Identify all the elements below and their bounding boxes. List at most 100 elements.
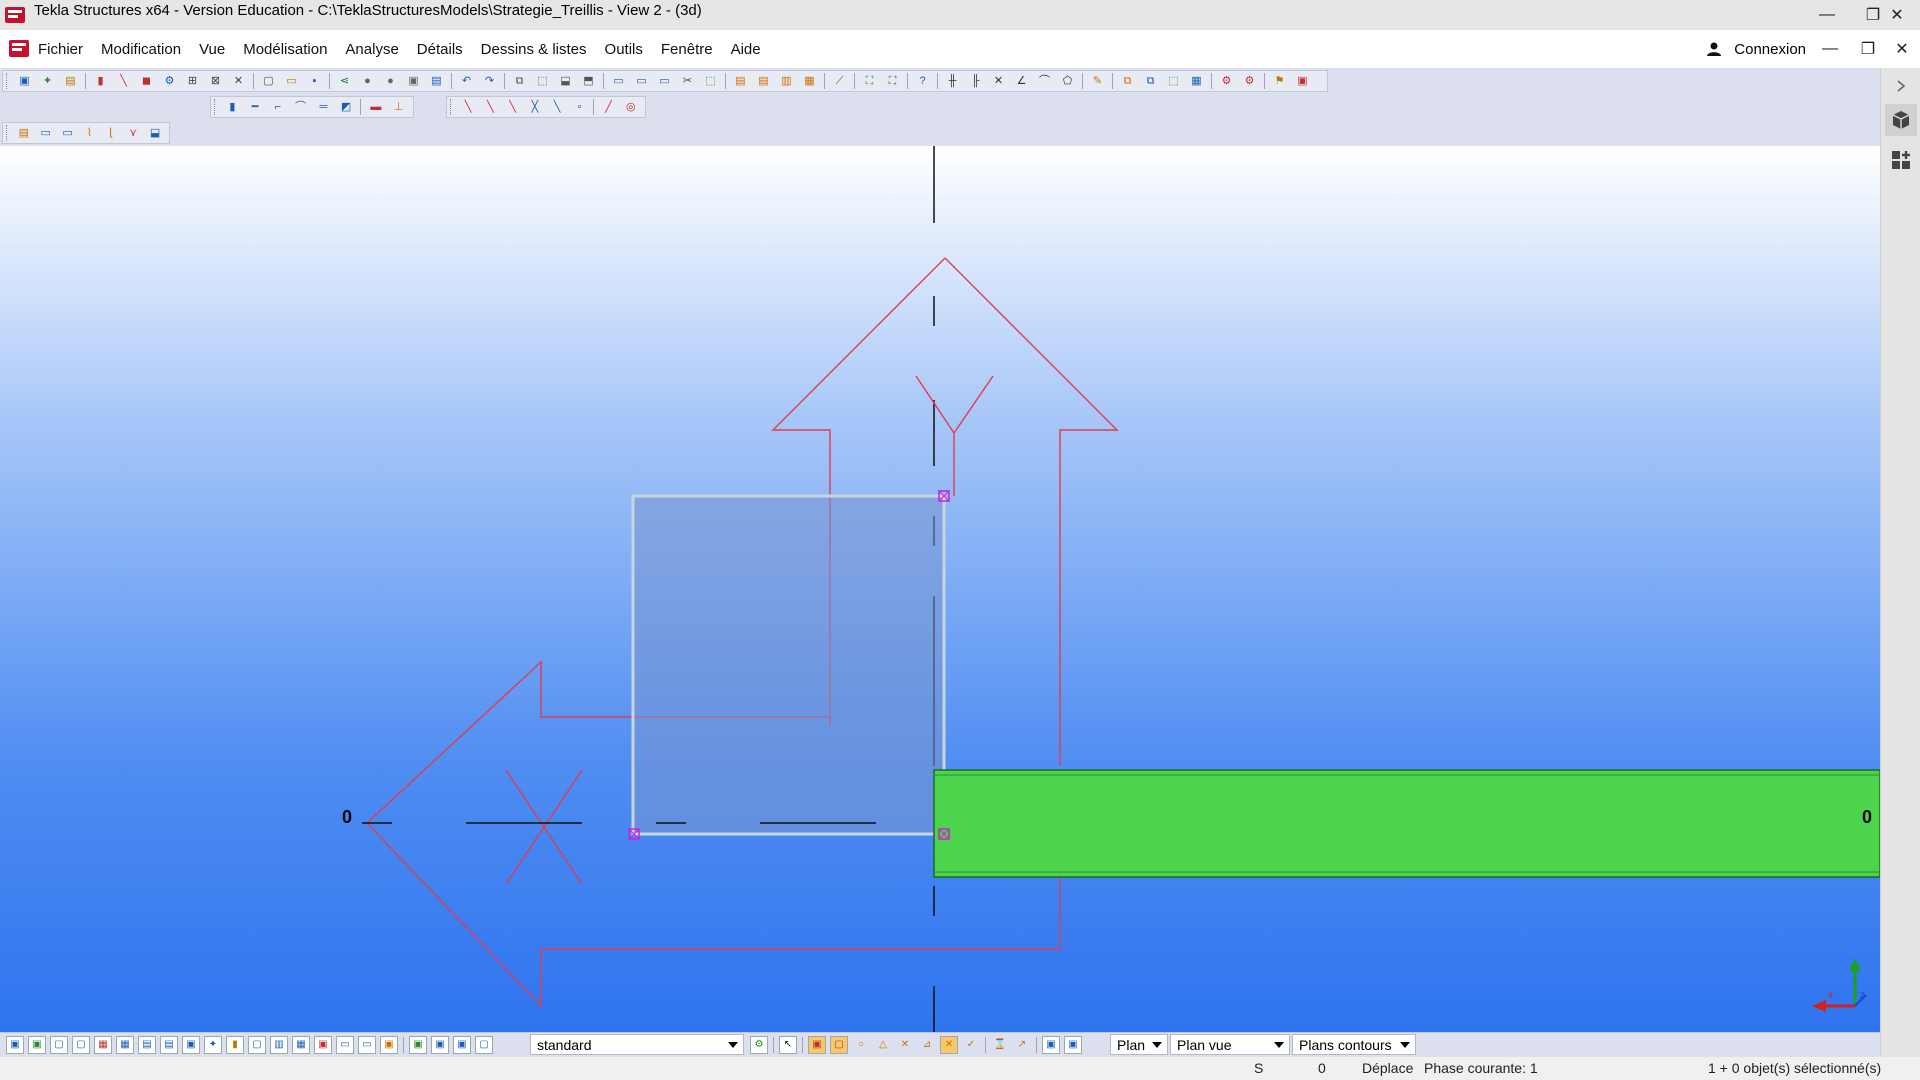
measure-icon[interactable]: ⟋ <box>830 72 849 90</box>
pointer-icon[interactable]: ↖ <box>779 1035 797 1054</box>
select-reinforcing-icon[interactable]: ▥ <box>270 1035 288 1054</box>
select-plane-icon[interactable]: ▣ <box>314 1035 332 1054</box>
snap-free-icon[interactable]: ↗ <box>1013 1036 1031 1054</box>
report-icon[interactable]: ▥ <box>777 72 796 90</box>
macro-icon[interactable]: ⚑ <box>1270 72 1289 90</box>
select-surface-icon[interactable]: ▢ <box>50 1035 68 1054</box>
select-all-icon[interactable]: ▣ <box>6 1035 24 1054</box>
template-icon[interactable]: ▦ <box>800 72 819 90</box>
arc-icon[interactable]: ⌒ <box>1035 72 1054 90</box>
share-icon[interactable]: ⋖ <box>335 72 354 90</box>
menu-dessins-listes[interactable]: Dessins & listes <box>481 41 587 58</box>
select-objects-in-assembly-icon[interactable]: ▣ <box>431 1035 449 1054</box>
beam-icon[interactable]: ╲ <box>114 72 133 90</box>
table-icon[interactable]: ▦ <box>1187 72 1206 90</box>
snap-perpendicular-icon[interactable]: ⊿ <box>918 1036 936 1054</box>
grid-line-icon[interactable]: ╟ <box>966 72 985 90</box>
snap-reference-icon[interactable]: ▣ <box>808 1035 826 1054</box>
new-icon[interactable]: ▢ <box>259 72 278 90</box>
snap-nearest-icon[interactable]: ▫ <box>570 98 588 116</box>
options-icon[interactable]: ⚙ <box>1240 72 1259 90</box>
polygon-cut-icon[interactable]: ⬓ <box>146 124 164 142</box>
rotate-icon[interactable]: ⬒ <box>579 72 598 90</box>
select-cuts-icon[interactable]: ▤ <box>160 1035 178 1054</box>
connexion-button[interactable]: Connexion <box>1706 30 1806 68</box>
select-assemblies-icon[interactable]: ▣ <box>409 1035 427 1054</box>
snap-midpoints-icon[interactable]: △ <box>874 1036 892 1054</box>
snap-nearest-point-icon[interactable]: ⌛ <box>991 1036 1009 1054</box>
bolt-group-icon[interactable]: ▬ <box>366 98 385 116</box>
steel-column-icon[interactable]: ▮ <box>223 98 242 116</box>
menu-modification[interactable]: Modification <box>101 41 181 58</box>
edit-icon[interactable]: ▤ <box>15 124 33 142</box>
catalog-icon[interactable]: ▤ <box>61 72 80 90</box>
snap-intersection-icon[interactable]: ╳ <box>526 98 544 116</box>
snap-center-icon[interactable]: ◎ <box>622 98 640 116</box>
select-loads-icon[interactable]: ✦ <box>204 1035 222 1054</box>
snap-center-point-icon[interactable]: ○ <box>852 1036 870 1054</box>
polygon-icon[interactable]: ⬠ <box>1058 72 1077 90</box>
select-single-bolts-icon[interactable]: ▢ <box>248 1035 266 1054</box>
save-icon[interactable]: ▪ <box>305 72 324 90</box>
select-grids-icon[interactable]: ▦ <box>94 1035 112 1054</box>
view-list-icon[interactable]: ▭ <box>632 72 651 90</box>
fitting-icon[interactable]: ⌇ <box>80 124 98 142</box>
toolbar-grip[interactable] <box>6 125 10 141</box>
steel-beam-icon[interactable]: ━ <box>246 98 265 116</box>
redo-icon[interactable]: ↷ <box>480 72 499 90</box>
cube-icon[interactable] <box>1885 104 1917 136</box>
twin-profile-icon[interactable]: ═ <box>314 98 333 116</box>
export-icon[interactable]: ▤ <box>427 72 446 90</box>
menu-fichier[interactable]: Fichier <box>38 41 83 58</box>
filter-settings-icon[interactable]: ⚙ <box>750 1035 768 1054</box>
select-reference-icon[interactable]: ▭ <box>358 1035 376 1054</box>
toolbar-grip[interactable] <box>450 99 454 115</box>
column-icon[interactable]: ▮ <box>91 72 110 90</box>
copy-icon[interactable]: ⧉ <box>510 72 529 90</box>
menu-aide[interactable]: Aide <box>731 41 761 58</box>
snap-line-icon[interactable]: ╲ <box>459 98 477 116</box>
applications-icon[interactable] <box>1885 144 1917 176</box>
split-icon[interactable]: ▭ <box>37 124 55 142</box>
cut-icon[interactable]: ✕ <box>229 72 248 90</box>
close-button[interactable]: ✕ <box>1874 0 1920 30</box>
phase-icon[interactable]: ⬚ <box>1164 72 1183 90</box>
line-cut-icon[interactable]: ⋎ <box>124 124 142 142</box>
lock-icon[interactable]: ● <box>358 72 377 90</box>
grid-icon[interactable]: ╫ <box>943 72 962 90</box>
print-icon[interactable]: ▣ <box>404 72 423 90</box>
inquire-icon[interactable]: ? <box>913 72 932 90</box>
point-icon[interactable]: ✕ <box>989 72 1008 90</box>
undo-icon[interactable]: ↶ <box>457 72 476 90</box>
contour-plate-icon[interactable]: ◩ <box>337 98 356 116</box>
bolt-icon[interactable]: ⊞ <box>183 72 202 90</box>
component-icon[interactable]: ⚙ <box>160 72 179 90</box>
pencil-icon[interactable]: ✎ <box>1088 72 1107 90</box>
assembly-icon[interactable]: ⛶ <box>883 72 902 90</box>
toolbar-grip[interactable] <box>6 73 10 89</box>
combine-icon[interactable]: ▭ <box>59 124 77 142</box>
select-components-icon[interactable]: ▣ <box>380 1035 398 1054</box>
select-parts-icon[interactable]: ▣ <box>28 1035 46 1054</box>
select-bolts-icon[interactable]: ▮ <box>226 1035 244 1054</box>
select-views-icon[interactable]: ▣ <box>182 1035 200 1054</box>
view-minimize-button[interactable]: — <box>1814 30 1846 68</box>
clash-check-icon[interactable]: ⧉ <box>1118 72 1137 90</box>
plate-icon[interactable]: ◼ <box>137 72 156 90</box>
selection-filter-select[interactable]: standard <box>530 1034 744 1055</box>
smart-select-icon[interactable]: ▣ <box>1042 1035 1060 1054</box>
view-plane-select[interactable]: Plan vue <box>1170 1034 1290 1055</box>
snap-intersections-icon[interactable]: ✕ <box>896 1036 914 1054</box>
scissors-icon[interactable]: ✂ <box>678 72 697 90</box>
snap-line-ext-icon[interactable]: ✕ <box>940 1035 958 1054</box>
drag-drop-icon[interactable]: ▣ <box>1064 1035 1082 1054</box>
view-restore-button[interactable]: ❐ <box>1852 30 1884 68</box>
clip-plane-icon[interactable]: ⬚ <box>701 72 720 90</box>
open-icon[interactable]: ▭ <box>282 72 301 90</box>
drawing-list-icon[interactable]: ▤ <box>754 72 773 90</box>
weld-icon[interactable]: ⊠ <box>206 72 225 90</box>
organizer-icon[interactable]: ⧉ <box>1141 72 1160 90</box>
minimize-button[interactable]: — <box>1804 0 1850 30</box>
select-gridlines-icon[interactable]: ▦ <box>116 1035 134 1054</box>
selected-part-box[interactable] <box>631 494 946 836</box>
